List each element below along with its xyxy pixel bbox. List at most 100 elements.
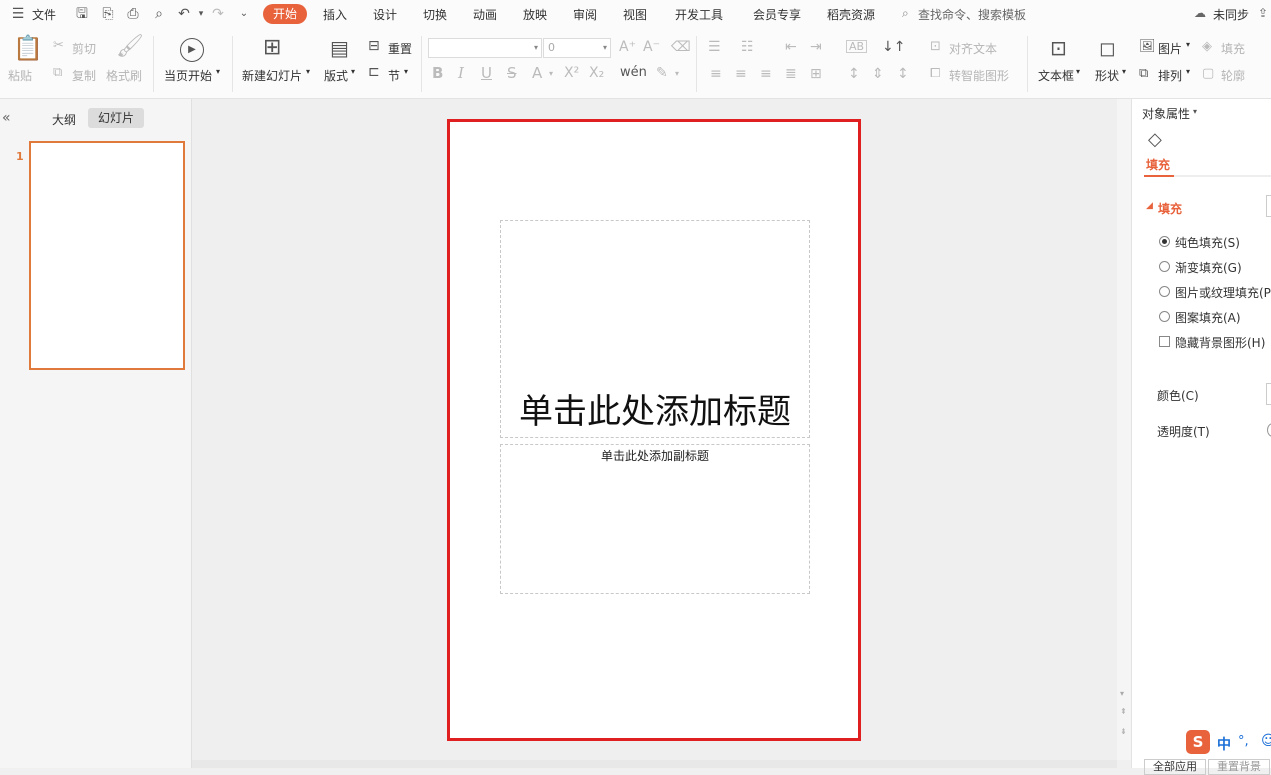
text-direction-icon[interactable]: AB (846, 40, 868, 53)
sogou-logo-icon[interactable]: S (1186, 730, 1210, 754)
solid-fill-label[interactable]: 纯色填充(S) (1175, 234, 1240, 251)
undo-icon[interactable]: ↶ (176, 6, 192, 22)
scroll-down-icon[interactable]: ▾ (1120, 689, 1124, 698)
underline-icon[interactable]: U (481, 66, 492, 81)
align-center-icon[interactable]: ≡ (735, 67, 747, 81)
dropdown-arrow-icon[interactable]: ▾ (404, 67, 408, 76)
tab-animation[interactable]: 动画 (473, 6, 497, 23)
dropdown-arrow-icon[interactable]: ▾ (216, 67, 220, 76)
decrease-font-icon[interactable]: A⁻ (643, 40, 660, 54)
fill-section-title[interactable]: 填充 (1158, 200, 1182, 217)
cut-button[interactable]: 剪切 (72, 40, 96, 57)
menu-file[interactable]: 文件 (32, 6, 56, 23)
paste-icon[interactable]: 📋 (13, 36, 43, 60)
next-slide-icon[interactable]: ⇟ (1120, 727, 1127, 736)
tab-review[interactable]: 审阅 (573, 6, 597, 23)
tab-transition[interactable]: 切换 (423, 6, 447, 23)
numbered-list-icon[interactable]: ☷ (741, 40, 754, 54)
hide-background-checkbox[interactable] (1159, 336, 1170, 347)
copy-button[interactable]: 复制 (72, 67, 96, 84)
dropdown-arrow-icon[interactable]: ▾ (1193, 107, 1197, 116)
bullet-list-icon[interactable]: ☰ (708, 40, 721, 54)
subscript-icon[interactable]: X₂ (589, 66, 604, 80)
sync-status[interactable]: 未同步 (1213, 6, 1249, 23)
customize-quickaccess-icon[interactable]: ⌄ (236, 6, 252, 22)
align-text-icon[interactable]: ⊡ (930, 40, 941, 53)
tab-member[interactable]: 会员专享 (753, 6, 801, 23)
vertical-scrollbar[interactable]: ▾ ⇞ ⇟ (1117, 99, 1131, 760)
increase-font-icon[interactable]: A⁺ (619, 40, 636, 54)
copy-icon[interactable]: ⧉ (53, 66, 62, 79)
share-icon[interactable]: ⇪ (1258, 6, 1268, 20)
line-spacing-sort-icon[interactable]: ↓↑ (882, 40, 905, 54)
shape-button[interactable]: 形状 (1095, 67, 1119, 84)
hamburger-icon[interactable]: ☰ (10, 6, 26, 22)
export-pdf-icon[interactable]: ⎘ (100, 6, 116, 22)
picture-icon[interactable]: 🖼 (1139, 40, 1156, 53)
fill-bucket-icon[interactable]: ◈ (1202, 40, 1212, 53)
save-icon[interactable]: 🖫 (74, 6, 90, 22)
pattern-fill-label[interactable]: 图案填充(A) (1175, 309, 1241, 326)
title-placeholder[interactable]: 单击此处添加标题 (500, 220, 810, 438)
prev-slide-icon[interactable]: ⇞ (1120, 707, 1127, 716)
new-slide-button[interactable]: 新建幻灯片 (242, 67, 302, 84)
reset-button[interactable]: 重置 (388, 40, 412, 57)
dropdown-arrow-icon[interactable]: ▾ (1186, 40, 1190, 49)
gradient-fill-label[interactable]: 渐变填充(G) (1175, 259, 1242, 276)
tab-slides[interactable]: 幻灯片 (88, 108, 144, 128)
ime-language[interactable]: 中 (1217, 734, 1231, 754)
shape-icon[interactable]: ◻ (1099, 38, 1116, 58)
scissors-icon[interactable]: ✂ (53, 39, 64, 52)
format-painter-button[interactable]: 格式刷 (106, 67, 142, 84)
layout-icon[interactable]: ▤ (330, 38, 349, 58)
tab-design[interactable]: 设计 (373, 6, 397, 23)
textbox-icon[interactable]: ⊡ (1050, 38, 1067, 58)
align-left-icon[interactable]: ≡ (710, 67, 722, 81)
tab-outline[interactable]: 大纲 (52, 111, 76, 128)
dropdown-arrow-icon[interactable]: ▾ (351, 67, 355, 76)
picture-fill-label[interactable]: 图片或纹理填充(P (1175, 284, 1271, 301)
color-picker[interactable] (1266, 383, 1271, 405)
redo-icon[interactable]: ↷ (210, 6, 226, 22)
slide-editor[interactable]: 单击此处添加标题 单击此处添加副标题 (447, 119, 861, 741)
fill-button[interactable]: 填充 (1221, 40, 1245, 57)
align-text-button[interactable]: 对齐文本 (949, 40, 997, 57)
arrange-button[interactable]: 排列 (1158, 67, 1182, 84)
clear-format-icon[interactable]: ⌫ (671, 40, 691, 54)
apply-all-button[interactable]: 全部应用 (1144, 759, 1206, 775)
tab-slideshow[interactable]: 放映 (523, 6, 547, 23)
collapse-triangle-icon[interactable]: ◢ (1146, 201, 1153, 211)
increase-indent-icon[interactable]: ⇥ (810, 40, 822, 54)
reset-icon[interactable]: ⊟ (368, 39, 380, 53)
ime-toolbar[interactable]: S 中 °, ☺ (1185, 729, 1271, 755)
phonetic-guide-icon[interactable]: wén (620, 66, 647, 79)
decrease-indent-icon[interactable]: ⇤ (785, 40, 797, 54)
picture-button[interactable]: 图片 (1158, 40, 1182, 57)
highlight-icon[interactable]: ✎ (656, 66, 668, 80)
radio-gradient-fill[interactable] (1159, 261, 1170, 272)
spacing-options-icon[interactable]: ↕ (897, 67, 909, 81)
arrange-icon[interactable]: ⧉ (1139, 67, 1148, 80)
tab-developer[interactable]: 开发工具 (675, 6, 723, 23)
dropdown-arrow-icon[interactable]: ▾ (306, 67, 310, 76)
font-color-icon[interactable]: A (532, 66, 542, 81)
subtitle-placeholder[interactable]: 单击此处添加副标题 (500, 444, 810, 594)
slide-thumbnail[interactable] (29, 141, 185, 370)
section-icon[interactable]: ⊏ (368, 65, 380, 79)
tab-fill[interactable]: 填充 (1146, 156, 1170, 173)
fill-dropdown[interactable] (1266, 195, 1271, 217)
dropdown-arrow-icon[interactable]: ▾ (1186, 67, 1190, 76)
print-preview-icon[interactable]: ⌕ (151, 6, 167, 22)
radio-solid-fill[interactable] (1159, 236, 1170, 247)
line-spacing-icon[interactable]: ↕ (848, 67, 860, 81)
format-painter-icon[interactable]: 🖌 (116, 36, 144, 58)
emoji-icon[interactable]: ☺ (1261, 733, 1271, 749)
play-icon[interactable]: ▶ (180, 38, 204, 62)
paste-button[interactable]: 粘贴 (8, 67, 32, 84)
distributed-icon[interactable]: ⊞ (810, 67, 822, 81)
transparency-slider-knob[interactable] (1267, 423, 1271, 437)
convert-smart-shape-button[interactable]: 转智能图形 (949, 67, 1009, 84)
new-slide-icon[interactable]: ⊞ (263, 37, 281, 59)
dropdown-arrow-icon[interactable]: ▾ (1076, 67, 1080, 76)
radio-pattern-fill[interactable] (1159, 311, 1170, 322)
